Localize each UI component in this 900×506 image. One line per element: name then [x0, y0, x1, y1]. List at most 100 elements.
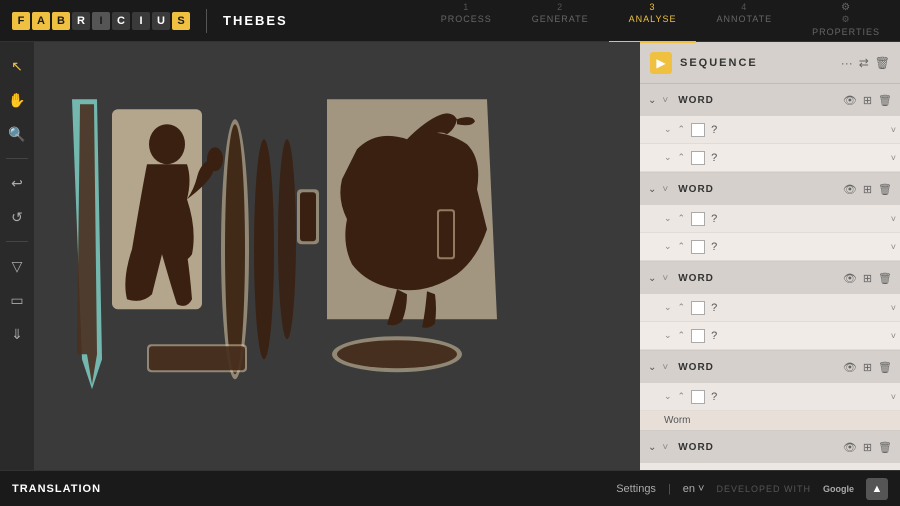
word-eye-icon-1[interactable]: 👁: [843, 94, 857, 107]
word-expand-4[interactable]: ˅: [662, 362, 668, 373]
glyph-checkbox-3-1[interactable]: [691, 301, 705, 315]
tool-download[interactable]: ⇓: [3, 320, 31, 348]
panel-share-icon[interactable]: ⇄: [859, 56, 869, 70]
word-expand-2[interactable]: ˅: [662, 184, 668, 195]
word-header-2: ⌄ ˅ WORD 👁 ⊞ 🗑: [640, 173, 900, 205]
glyph-up-1-1[interactable]: ⌃: [678, 124, 686, 135]
tool-select[interactable]: ↖: [3, 52, 31, 80]
app-title: THEBES: [223, 13, 288, 28]
glyph-dd-3-2[interactable]: ˅: [891, 331, 896, 341]
word-icons-5: 👁 ⊞ 🗑: [843, 441, 892, 454]
word-grid-icon-1[interactable]: ⊞: [863, 94, 872, 107]
glyph-text-3-1: ?: [711, 302, 885, 314]
nav-step-generate[interactable]: 2 GENERATE: [512, 0, 609, 43]
nav-step-analyse[interactable]: 3 ANALYSE: [609, 0, 697, 43]
sequence-list[interactable]: ⌄ ˅ WORD 👁 ⊞ 🗑 ⌄ ⌃ ? ˅: [640, 84, 900, 470]
word-trash-icon-2[interactable]: 🗑: [878, 183, 892, 196]
glyph-up-2-2[interactable]: ⌃: [678, 241, 686, 252]
word-chevron-4[interactable]: ⌄: [648, 362, 656, 373]
logo-s: S: [172, 12, 190, 30]
tool-hand[interactable]: ✋: [3, 86, 31, 114]
glyph-dd-4-1[interactable]: ˅: [891, 392, 896, 402]
word-chevron-5[interactable]: ⌄: [648, 442, 656, 453]
word-expand-1[interactable]: ˅: [662, 95, 668, 106]
settings-button[interactable]: Settings: [616, 483, 656, 495]
word-expand-3[interactable]: ˅: [662, 273, 668, 284]
language-selector[interactable]: en ˅: [683, 483, 705, 495]
glyph-text-2-2: ?: [711, 241, 885, 253]
word-trash-icon-4[interactable]: 🗑: [878, 361, 892, 374]
panel-delete-icon[interactable]: 🗑: [875, 56, 890, 70]
glyph-narrow1: [254, 139, 274, 359]
word-group-4: ⌄ ˅ WORD 👁 ⊞ 🗑 ⌄ ⌃ ? ˅ Wo: [640, 351, 900, 431]
word-eye-icon-3[interactable]: 👁: [843, 272, 857, 285]
word-trash-icon-1[interactable]: 🗑: [878, 94, 892, 107]
glyph-chevron-3-1[interactable]: ⌄: [664, 302, 672, 313]
glyph-checkbox-3-2[interactable]: [691, 329, 705, 343]
word-eye-icon-4[interactable]: 👁: [843, 361, 857, 374]
nav-step-properties[interactable]: ⚙ PROPERTIES: [792, 0, 900, 43]
tool-zoom[interactable]: 🔍: [3, 120, 31, 148]
glyph-chevron-2-2[interactable]: ⌄: [664, 241, 672, 252]
word-grid-icon-2[interactable]: ⊞: [863, 183, 872, 196]
glyph-checkbox-1-1[interactable]: [691, 123, 705, 137]
glyph-chevron-1-1[interactable]: ⌄: [664, 124, 672, 135]
glyph-chevron-1-2[interactable]: ⌄: [664, 152, 672, 163]
word-eye-icon-2[interactable]: 👁: [843, 183, 857, 196]
glyph-checkbox-2-1[interactable]: [691, 212, 705, 226]
glyph-up-2-1[interactable]: ⌃: [678, 213, 686, 224]
nav-step-process[interactable]: 1 PROCESS: [421, 0, 512, 43]
scroll-up-button[interactable]: ▲: [866, 478, 888, 500]
glyph-dd-1-2[interactable]: ˅: [891, 153, 896, 163]
panel-arrow-icon[interactable]: ▶: [650, 52, 672, 74]
word-chevron-1[interactable]: ⌄: [648, 95, 656, 106]
word-trash-icon-5[interactable]: 🗑: [878, 441, 892, 454]
glyph-chevron-4-1[interactable]: ⌄: [664, 391, 672, 402]
glyph-row-2-1: ⌄ ⌃ ? ˅: [640, 205, 900, 233]
nav-step-annotate[interactable]: 4 ANNOTATE: [696, 0, 792, 43]
glyph-dd-2-2[interactable]: ˅: [891, 242, 896, 252]
word-header-1: ⌄ ˅ WORD 👁 ⊞ 🗑: [640, 84, 900, 116]
worm-label: Worm: [640, 411, 900, 430]
glyph-up-3-2[interactable]: ⌃: [678, 330, 686, 341]
glyph-dd-2-1[interactable]: ˅: [891, 214, 896, 224]
glyph-chevron-2-1[interactable]: ⌄: [664, 213, 672, 224]
word-grid-icon-3[interactable]: ⊞: [863, 272, 872, 285]
glyph-row-4-1: ⌄ ⌃ ? ˅: [640, 383, 900, 411]
word-chevron-2[interactable]: ⌄: [648, 184, 656, 195]
glyph-up-3-1[interactable]: ⌃: [678, 302, 686, 313]
developed-with-text: DEVELOPED WITH: [716, 484, 811, 494]
glyph-up-1-2[interactable]: ⌃: [678, 152, 686, 163]
tool-redo[interactable]: ↺: [3, 203, 31, 231]
glyph-checkbox-2-2[interactable]: [691, 240, 705, 254]
glyph-dd-3-1[interactable]: ˅: [891, 303, 896, 313]
glyph-dd-1-1[interactable]: ˅: [891, 125, 896, 135]
word-chevron-3[interactable]: ⌄: [648, 273, 656, 284]
glyph-row-5-1: ⌄ ⌃ ? ˅: [640, 463, 900, 470]
glyph-up-4-1[interactable]: ⌃: [678, 391, 686, 402]
right-panel: ▶ SEQUENCE ··· ⇄ 🗑 ⌄ ˅ WORD 👁 ⊞ 🗑: [640, 42, 900, 470]
tool-shape[interactable]: ▽: [3, 252, 31, 280]
glyph-row-3-1: ⌄ ⌃ ? ˅: [640, 294, 900, 322]
glyph-checkbox-4-1[interactable]: [691, 390, 705, 404]
word-expand-5[interactable]: ˅: [662, 442, 668, 453]
tool-frame[interactable]: ▭: [3, 286, 31, 314]
glyph-row-3-2: ⌄ ⌃ ? ˅: [640, 322, 900, 350]
word-eye-icon-5[interactable]: 👁: [843, 441, 857, 454]
glyph-pen: [72, 99, 102, 389]
panel-more-icon[interactable]: ···: [841, 56, 853, 70]
word-trash-icon-3[interactable]: 🗑: [878, 272, 892, 285]
glyph-checkbox-1-2[interactable]: [691, 151, 705, 165]
tool-undo[interactable]: ↩: [3, 169, 31, 197]
bottom-bar: TRANSLATION Settings | en ˅ DEVELOPED WI…: [0, 470, 900, 506]
glyph-row-1-1: ⌄ ⌃ ? ˅: [640, 116, 900, 144]
google-text: Google: [823, 484, 854, 494]
glyph-text-4-1: ?: [711, 391, 885, 403]
word-grid-icon-5[interactable]: ⊞: [863, 441, 872, 454]
canvas-area[interactable]: [34, 42, 640, 470]
lang-divider: |: [668, 483, 671, 495]
word-grid-icon-4[interactable]: ⊞: [863, 361, 872, 374]
word-header-3: ⌄ ˅ WORD 👁 ⊞ 🗑: [640, 262, 900, 294]
word-label-2: WORD: [678, 184, 837, 195]
glyph-chevron-3-2[interactable]: ⌄: [664, 330, 672, 341]
